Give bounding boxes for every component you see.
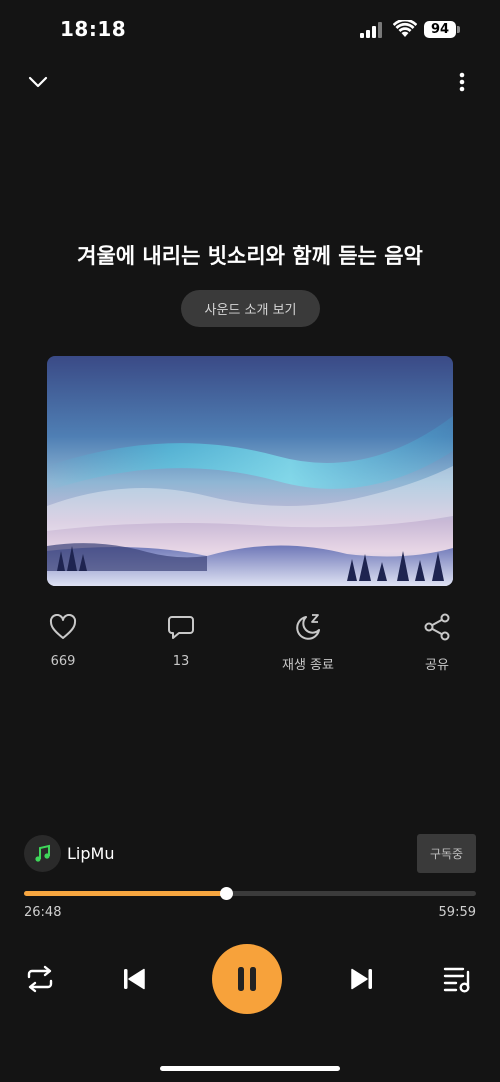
cover-artwork [47,356,453,586]
more-vertical-icon [459,72,465,92]
repeat-icon [27,965,53,993]
progress-fill [24,891,226,896]
share-icon [424,613,450,641]
playlist-button[interactable] [440,962,476,996]
sound-intro-button[interactable]: 사운드 소개 보기 [181,290,320,327]
next-button[interactable] [345,962,379,996]
action-bar: 669 13 재생 종료 공유 [0,610,500,673]
battery-tip [457,26,460,33]
channel-name[interactable]: LipMu [67,844,114,863]
battery-indicator: 94 [424,21,456,38]
progress-handle[interactable] [220,887,233,900]
sleep-timer-label: 재생 종료 [282,658,334,673]
share-label: 공유 [425,658,449,673]
pause-button[interactable] [212,944,282,1014]
collapse-button[interactable] [22,66,54,98]
channel-row: LipMu 구독중 [24,834,476,874]
cellular-signal-icon [360,22,382,38]
track-title: 겨울에 내리는 빗소리와 함께 듣는 음악 [77,244,423,268]
comment-button[interactable]: 13 [136,610,226,669]
previous-icon [124,968,145,990]
status-bar: 18:18 94 [0,0,500,60]
status-time: 18:18 [60,17,127,41]
comment-icon [168,616,194,639]
sleep-timer-icon [296,614,320,640]
heart-icon [49,614,77,639]
like-button[interactable]: 669 [18,610,108,669]
home-indicator [160,1066,340,1071]
playback-controls [0,944,500,1014]
comment-count: 13 [172,654,190,669]
progress-slider[interactable] [24,887,476,900]
wifi-icon [393,20,417,37]
more-options-button[interactable] [446,66,478,98]
total-time: 59:59 [438,905,476,920]
like-count: 669 [50,654,76,669]
share-button[interactable]: 공유 [392,610,482,673]
repeat-button[interactable] [22,962,58,996]
sleep-timer-button[interactable]: 재생 종료 [263,610,353,673]
chevron-down-icon [28,76,48,88]
pause-icon [238,967,256,991]
elapsed-time: 26:48 [24,905,62,920]
player-top-bar [0,60,500,104]
cover-image [47,356,453,586]
channel-avatar[interactable] [24,835,61,872]
subscribe-button[interactable]: 구독중 [417,834,476,873]
music-note-icon [34,844,50,862]
playlist-icon [443,967,470,993]
next-icon [351,968,372,990]
previous-button[interactable] [117,962,151,996]
